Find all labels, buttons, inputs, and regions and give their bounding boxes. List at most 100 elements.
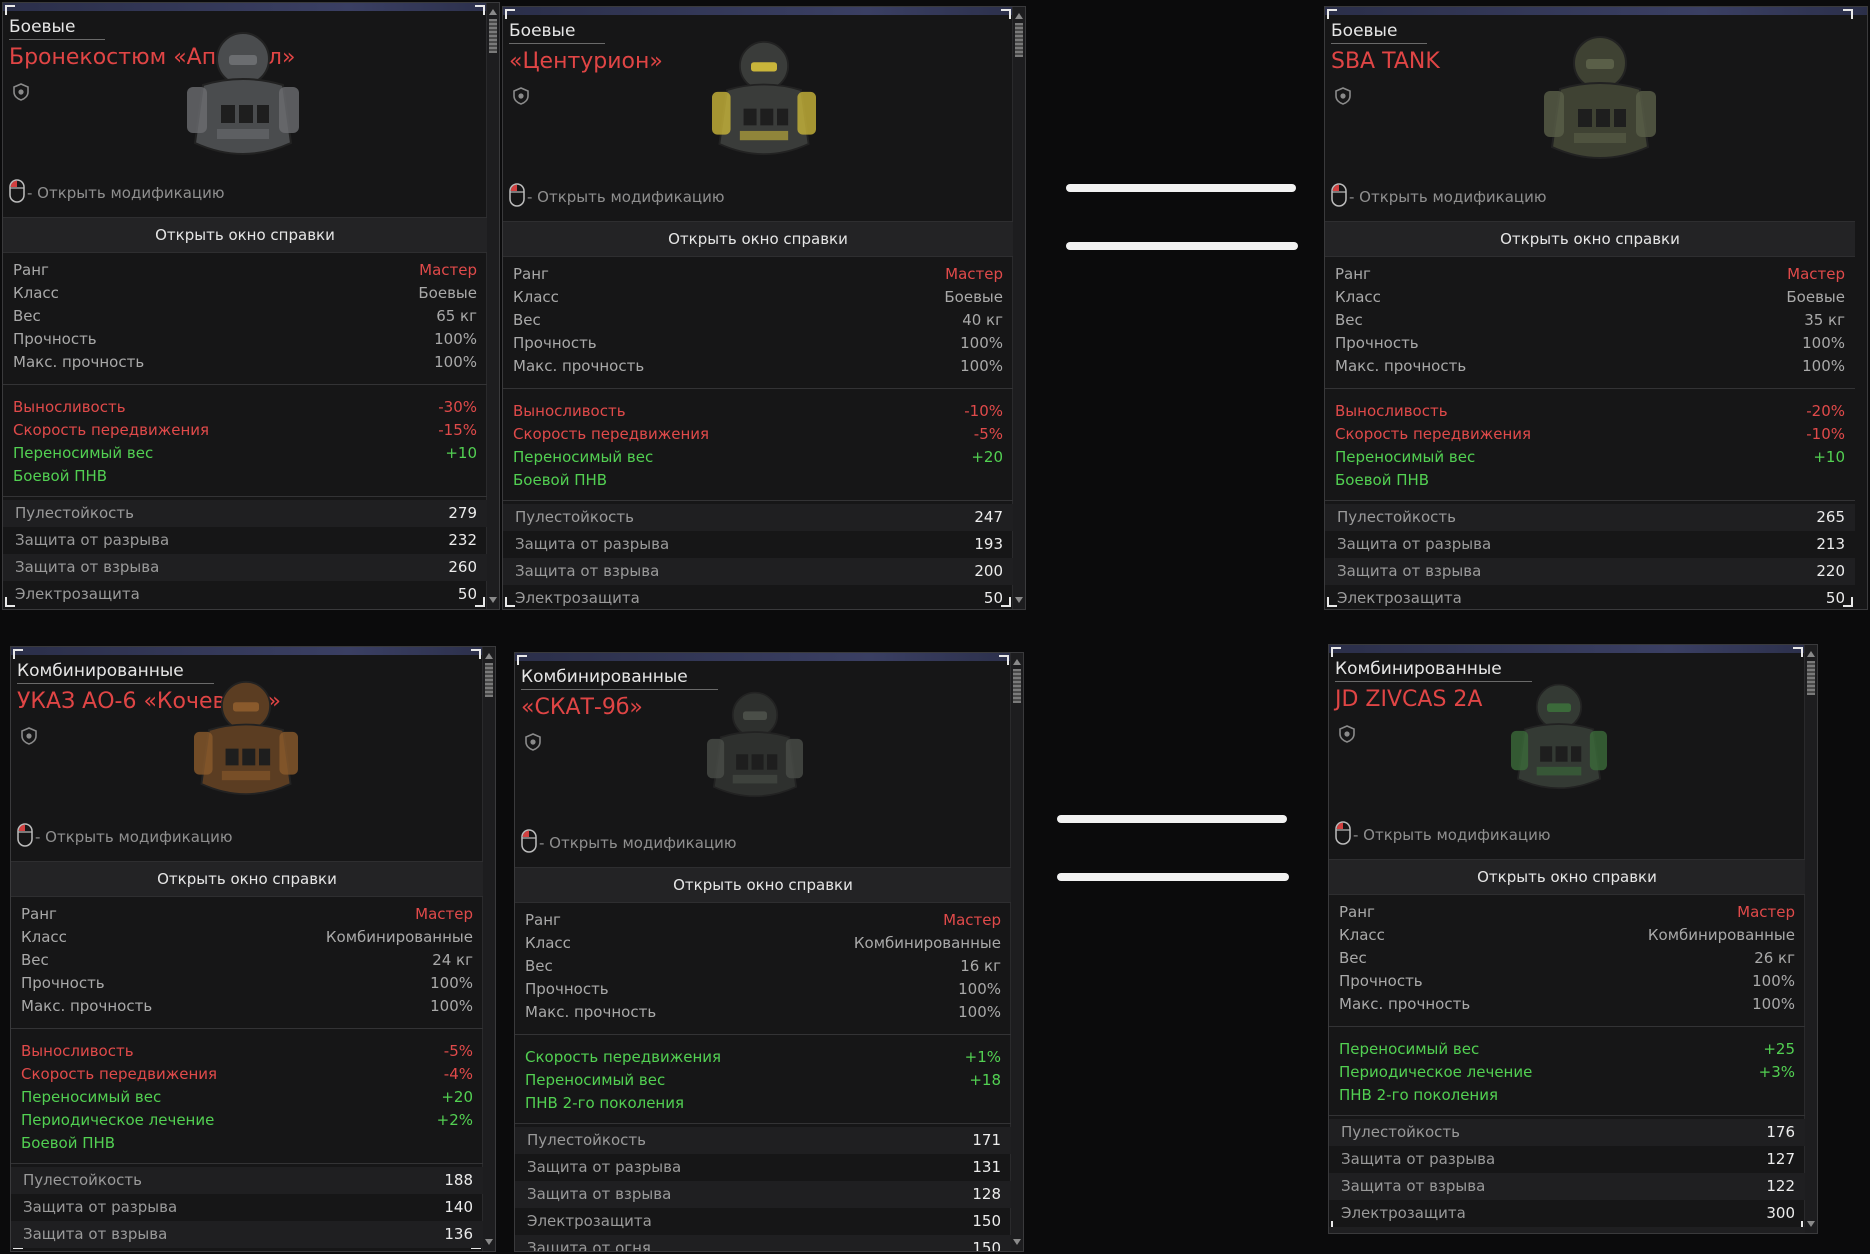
- protection-row-tear: Защита от разрыва 193: [503, 531, 1013, 558]
- bonus-value: +1%: [964, 1048, 1001, 1066]
- open-modification-hint[interactable]: - Открыть модификацию: [521, 829, 737, 857]
- stat-row-rank: Ранг Мастер: [13, 259, 477, 282]
- shield-icon: [21, 727, 37, 749]
- base-stats: Ранг Мастер Класс Комбинированные Вес 26 кг Пр…: [1339, 901, 1795, 1016]
- protection-row-tear: Защита от разрыва 232: [3, 527, 487, 554]
- stat-row-weight: Вес 65 кг: [13, 305, 477, 328]
- stat-label: Ранг: [525, 911, 561, 929]
- protection-row-explosion: Защита от взрыва 136: [11, 1221, 483, 1248]
- stat-row-max-durability: Макс. прочность 100%: [1335, 355, 1845, 378]
- bonus-label: Периодическое лечение: [21, 1111, 215, 1129]
- bonus-value: -10%: [1806, 425, 1845, 443]
- section-divider: [503, 500, 1013, 501]
- mouse-icon: [17, 823, 33, 851]
- protection-value: 193: [974, 535, 1003, 553]
- stat-label: Ранг: [21, 905, 57, 923]
- mouse-icon: [9, 179, 25, 207]
- stat-value: 100%: [1752, 972, 1795, 990]
- open-help-button[interactable]: Открыть окно справки: [3, 217, 487, 253]
- bonus-row: Боевой ПНВ: [21, 1132, 473, 1155]
- open-modification-hint[interactable]: - Открыть модификацию: [509, 183, 725, 211]
- stat-row-durability: Прочность 100%: [13, 328, 477, 351]
- bonus-row: Скорость передвижения -15%: [13, 419, 477, 442]
- bonus-row: Скорость передвижения -10%: [1335, 423, 1845, 446]
- stat-row-max-durability: Макс. прочность 100%: [13, 351, 477, 374]
- stat-label: Вес: [525, 957, 553, 975]
- shield-icon: [525, 733, 541, 755]
- divider-line: [1066, 184, 1296, 192]
- stat-value: 100%: [958, 980, 1001, 998]
- section-divider: [515, 1123, 1011, 1124]
- bonus-label: Выносливость: [1335, 402, 1448, 420]
- protection-stats: Пулестойкость 188 Защита от разрыва 140 Защи…: [11, 1167, 483, 1248]
- stat-label: Ранг: [13, 261, 49, 279]
- bonus-row: Переносимый вес +18: [525, 1069, 1001, 1092]
- stat-label: Макс. прочность: [21, 997, 153, 1015]
- protection-value: 127: [1766, 1150, 1795, 1168]
- bonus-row: Скорость передвижения -4%: [21, 1063, 473, 1086]
- stat-row-max-durability: Макс. прочность 100%: [21, 995, 473, 1018]
- stat-label: Класс: [513, 288, 559, 306]
- mod-hint-label: - Открыть модификацию: [27, 184, 225, 202]
- open-modification-hint[interactable]: - Открыть модификацию: [1331, 183, 1547, 211]
- scroll-down-icon[interactable]: [489, 597, 497, 603]
- mouse-icon: [1335, 821, 1351, 849]
- open-help-button[interactable]: Открыть окно справки: [515, 867, 1011, 903]
- scroll-down-icon[interactable]: [485, 1239, 493, 1245]
- open-help-button[interactable]: Открыть окно справки: [503, 221, 1013, 257]
- stat-value: 100%: [960, 357, 1003, 375]
- section-divider: [1329, 1115, 1805, 1116]
- open-modification-hint[interactable]: - Открыть модификацию: [17, 823, 233, 851]
- protection-label: Электрозащита: [15, 585, 140, 603]
- protection-row-bullet: Пулестойкость 279: [3, 500, 487, 527]
- stat-value: Мастер: [415, 905, 473, 923]
- protection-label: Пулестойкость: [1341, 1123, 1460, 1141]
- stat-row-weight: Вес 16 кг: [525, 955, 1001, 978]
- stat-value: Комбинированные: [853, 934, 1001, 952]
- bonus-label: Скорость передвижения: [21, 1065, 218, 1083]
- protection-row-explosion: Защита от взрыва 122: [1329, 1173, 1805, 1200]
- protection-value: 122: [1766, 1177, 1795, 1195]
- open-help-button[interactable]: Открыть окно справки: [11, 861, 483, 897]
- protection-row-bullet: Пулестойкость 265: [1325, 504, 1855, 531]
- protection-label: Электрозащита: [1337, 589, 1462, 607]
- stat-row-weight: Вес 35 кг: [1335, 309, 1845, 332]
- bonus-row: Переносимый вес +20: [513, 446, 1003, 469]
- scroll-down-icon[interactable]: [1807, 1221, 1815, 1227]
- stat-value: 100%: [1802, 334, 1845, 352]
- section-divider: [515, 1034, 1011, 1035]
- protection-row-tear: Защита от разрыва 140: [11, 1194, 483, 1221]
- stat-value: Боевые: [944, 288, 1003, 306]
- protection-value: 300: [1766, 1204, 1795, 1222]
- protection-label: Защита от взрыва: [1341, 1177, 1486, 1195]
- open-modification-hint[interactable]: - Открыть модификацию: [1335, 821, 1551, 849]
- stat-row-rank: Ранг Мастер: [1335, 263, 1845, 286]
- open-help-button[interactable]: Открыть окно справки: [1329, 859, 1805, 895]
- item-category: Боевые: [509, 21, 606, 44]
- scroll-down-icon[interactable]: [1013, 1239, 1021, 1245]
- bonus-stats: Выносливость -5% Скорость передвижения -4% П…: [21, 1040, 473, 1155]
- protection-row-explosion: Защита от взрыва 128: [515, 1181, 1011, 1208]
- stat-row-durability: Прочность 100%: [1339, 970, 1795, 993]
- open-modification-hint[interactable]: - Открыть модификацию: [9, 179, 225, 207]
- protection-value: 247: [974, 508, 1003, 526]
- protection-label: Защита от взрыва: [23, 1225, 168, 1243]
- card-header: Боевые SBA TANK - Открыть модификацию: [1325, 15, 1867, 215]
- card-header: Комбинированные УКАЗ АО-6 «Кочевник» - От…: [11, 655, 495, 855]
- protection-value: 128: [972, 1185, 1001, 1203]
- mod-hint-label: - Открыть модификацию: [35, 828, 233, 846]
- section-divider: [1325, 388, 1855, 389]
- stat-row-rank: Ранг Мастер: [1339, 901, 1795, 924]
- armor-image: [1525, 29, 1675, 179]
- stat-label: Ранг: [1335, 265, 1371, 283]
- bonus-label: Переносимый вес: [1335, 448, 1476, 466]
- armor-image: [699, 29, 829, 179]
- stat-value: Боевые: [1786, 288, 1845, 306]
- armor-card: Комбинированные «СКАТ-9б» - Открыть модиф…: [514, 652, 1024, 1252]
- shield-icon: [13, 83, 29, 105]
- open-help-button[interactable]: Открыть окно справки: [1325, 221, 1855, 257]
- protection-value: 131: [972, 1158, 1001, 1176]
- divider-line: [1057, 873, 1289, 881]
- scroll-down-icon[interactable]: [1015, 597, 1023, 603]
- armor-card: Боевые «Центурион» - Открыть модификацию О…: [502, 6, 1026, 610]
